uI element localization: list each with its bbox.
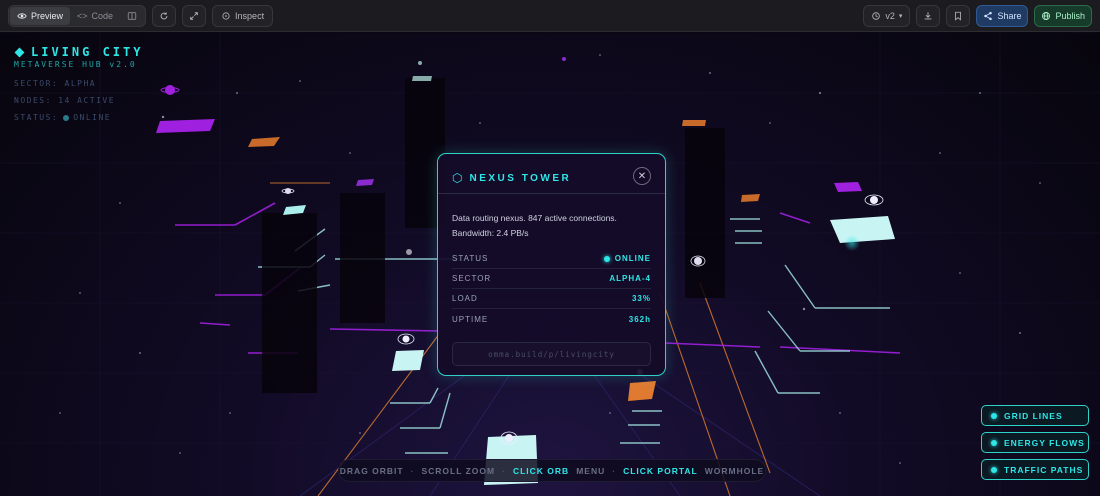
hud-sector: SECTOR: ALPHA (14, 79, 97, 88)
split-view-icon (127, 11, 137, 20)
bookmark-icon (955, 11, 962, 21)
code-tab[interactable]: <> Code (70, 7, 120, 25)
hint-separator: · (502, 465, 506, 476)
grid-lines-toggle[interactable]: GRID LINES (981, 405, 1089, 426)
hud-title: LIVING CITY (14, 45, 143, 59)
publish-button[interactable]: Publish (1034, 4, 1092, 27)
description-line-2: Bandwidth: 2.4 PB/s (452, 228, 529, 238)
stat-value: ONLINE (603, 254, 651, 263)
hud-status: STATUS: ONLINE (14, 113, 143, 122)
hud-status-value: ONLINE (73, 113, 112, 122)
stat-value: ALPHA-4 (609, 274, 651, 283)
fullscreen-button[interactable] (182, 4, 207, 27)
hint-menu: MENU (576, 465, 606, 476)
inspect-label: Inspect (235, 10, 265, 21)
diamond-icon (14, 47, 25, 57)
energy-flows-toggle[interactable]: ENERGY FLOWS (981, 432, 1089, 453)
crosshair-icon (222, 11, 230, 20)
city-canvas[interactable]: LIVING CITY METAVERSE HUB v2.0 SECTOR: A… (0, 33, 1100, 496)
reload-button[interactable] (152, 4, 177, 27)
version-dropdown[interactable]: v2 ▾ (863, 4, 911, 27)
stat-label: LOAD (452, 294, 478, 303)
toggle-on-icon (991, 466, 997, 473)
toggle-label: GRID LINES (1004, 410, 1063, 421)
preview-label: Preview (31, 10, 64, 21)
history-icon (872, 11, 881, 20)
share-link[interactable]: omma.build/p/livingcity (452, 342, 651, 366)
share-button[interactable]: Share (976, 4, 1029, 27)
toggle-label: TRAFFIC PATHS (1004, 464, 1084, 475)
hud-nodes: NODES: 14 ACTIVE (14, 96, 116, 105)
stat-value: 33% (631, 294, 651, 303)
stat-value: 362h (628, 314, 651, 324)
hud-subtitle: METAVERSE HUB v2.0 (14, 60, 137, 69)
panel-header: ⬡ NEXUS TOWER (438, 154, 665, 190)
toggle-on-icon (991, 439, 997, 446)
panel-title: NEXUS TOWER (469, 172, 572, 184)
hint-scroll: SCROLL ZOOM (421, 465, 496, 476)
status-dot-icon (63, 114, 70, 121)
hint-click-portal: CLICK PORTAL (623, 465, 698, 476)
chevron-down-icon: ▾ (898, 12, 903, 20)
stat-value-text: ONLINE (614, 254, 651, 263)
hint-drag: DRAG ORBIT (339, 465, 404, 476)
description-line-1: Data routing nexus. 847 active connectio… (452, 213, 617, 223)
hint-separator: · (612, 465, 617, 476)
stat-row-sector: SECTOR ALPHA-4 (452, 269, 651, 289)
top-toolbar: Preview <> Code Inspect v2 ▾ Share Publi… (0, 0, 1100, 32)
stat-label: SECTOR (452, 274, 492, 283)
toggle-on-icon (991, 412, 997, 419)
hud-title-text: LIVING CITY (31, 45, 144, 59)
download-button[interactable] (916, 4, 941, 27)
code-label: Code (91, 10, 114, 21)
view-mode-toggle: Preview <> Code (8, 4, 147, 27)
bookmark-button[interactable] (946, 4, 971, 27)
stat-label: STATUS (452, 254, 489, 263)
toggle-label: ENERGY FLOWS (1004, 437, 1085, 448)
hint-wormhole: WORMHOLE (704, 465, 765, 476)
eye-icon (17, 12, 27, 19)
hexagon-icon: ⬡ (452, 171, 463, 185)
layer-toggles: GRID LINES ENERGY FLOWS TRAFFIC PATHS (981, 405, 1089, 480)
inspect-button[interactable]: Inspect (212, 4, 274, 27)
close-button[interactable]: ✕ (633, 167, 651, 185)
version-label: v2 (885, 10, 895, 21)
hud-status-prefix: STATUS: (14, 113, 59, 122)
share-label: Share (997, 10, 1022, 21)
controls-hint-bar: DRAG ORBIT · SCROLL ZOOM · CLICK ORB MEN… (338, 459, 766, 482)
code-brackets-icon: <> (77, 10, 88, 21)
download-icon (925, 11, 932, 19)
globe-icon (1042, 11, 1051, 20)
online-dot-icon (603, 255, 610, 262)
hint-click-orb: CLICK ORB (512, 465, 570, 476)
stats-list: STATUS ONLINE SECTOR ALPHA-4 LOAD 33% UP… (452, 249, 651, 329)
publish-label: Publish (1055, 10, 1085, 21)
stat-row-status: STATUS ONLINE (452, 249, 651, 269)
reload-icon (160, 11, 168, 19)
hint-separator: · (410, 465, 415, 476)
split-view-button[interactable] (120, 7, 144, 25)
preview-tab[interactable]: Preview (10, 6, 71, 25)
traffic-paths-toggle[interactable]: TRAFFIC PATHS (981, 459, 1089, 480)
node-info-panel: ⬡ NEXUS TOWER ✕ Data routing nexus. 847 … (437, 153, 666, 376)
expand-icon (190, 11, 198, 20)
stat-row-load: LOAD 33% (452, 289, 651, 309)
stat-label: UPTIME (452, 314, 489, 324)
panel-description: Data routing nexus. 847 active connectio… (438, 194, 665, 241)
stat-row-uptime: UPTIME 362h (452, 309, 651, 329)
share-icon (984, 11, 993, 20)
hud-overlay: LIVING CITY METAVERSE HUB v2.0 SECTOR: A… (14, 45, 143, 122)
close-icon: ✕ (637, 170, 647, 182)
